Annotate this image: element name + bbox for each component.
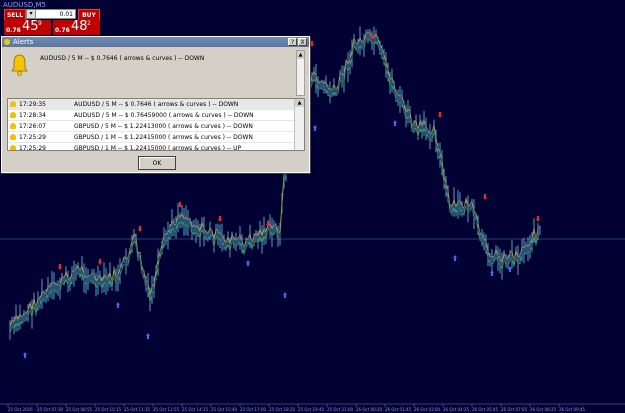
- down-arrow-icon: [438, 112, 442, 118]
- dialog-title: Alerts: [13, 38, 34, 46]
- time-label: 26 Oct 04:25: [443, 407, 470, 412]
- alerts-history-list[interactable]: 17:29:35 AUDUSD / 5 M -- $ 0.7646 ( arrow…: [7, 98, 305, 151]
- up-arrow-icon: [313, 125, 317, 131]
- time-label: 25 Oct 07:30: [37, 407, 64, 412]
- alert-message: GBPUSD / 1 M -- $ 1.22415000 ( arrows & …: [74, 133, 253, 141]
- time-label: 26 Oct 00:20: [356, 407, 383, 412]
- time-label: 26 Oct 09:45: [559, 407, 586, 412]
- message-scrollbar[interactable]: ▲: [296, 50, 305, 96]
- sell-price-point: 9: [38, 20, 42, 27]
- alert-row[interactable]: 17:26:07 GBPUSD / 5 M -- $ 1.22413000 ( a…: [8, 121, 304, 132]
- alert-time: 17:26:07: [19, 122, 46, 130]
- buy-price-prefix: 0.76: [55, 27, 70, 34]
- buy-price-pips: 48: [71, 19, 88, 34]
- alert-time: 17:25:29: [19, 144, 46, 151]
- sell-price-box[interactable]: 0.76 45 9: [4, 19, 51, 35]
- time-label: 25 Oct 19:40: [298, 407, 325, 412]
- time-label: 26 Oct 08:25: [530, 407, 557, 412]
- buy-price-box[interactable]: 0.76 48 2: [53, 19, 100, 35]
- list-scrollbar[interactable]: ▲: [294, 99, 304, 150]
- alert-time: 17:29:35: [19, 100, 46, 108]
- down-arrow-icon: [536, 216, 540, 222]
- up-arrow-icon: [490, 270, 494, 276]
- time-label: 25 Oct 11:35: [124, 407, 151, 412]
- time-label: 25 Oct 15:40: [211, 407, 238, 412]
- ok-button[interactable]: OK: [138, 156, 176, 170]
- lot-decrement-icon[interactable]: ▾: [27, 10, 36, 18]
- bell-icon: [10, 145, 16, 150]
- up-arrow-icon: [246, 260, 250, 266]
- time-label: 25 Oct 21:00: [327, 407, 354, 412]
- down-arrow-icon: [310, 41, 314, 47]
- sell-price-prefix: 0.76: [6, 27, 21, 34]
- down-arrow-icon: [483, 194, 487, 200]
- down-arrow-icon: [178, 202, 182, 208]
- down-arrow-icon: [98, 259, 102, 265]
- bell-icon: [10, 112, 16, 118]
- up-arrow-icon: [116, 302, 120, 308]
- down-arrow-icon: [138, 226, 142, 232]
- chart-symbol-title: AUDUSD,M5: [3, 1, 46, 9]
- up-arrow-icon: [283, 292, 287, 298]
- time-label: 26 Oct 03:00: [414, 407, 441, 412]
- down-arrow-icon: [370, 34, 374, 40]
- dialog-titlebar[interactable]: Alerts ? X: [2, 37, 309, 47]
- time-label: 25 Oct 18:20: [269, 407, 296, 412]
- close-button[interactable]: X: [298, 38, 307, 46]
- up-arrow-icon: [393, 120, 397, 126]
- bell-icon: [10, 123, 16, 129]
- alerts-dialog: Alerts ? X AUDUSD / 5 M -- $ 0.7646 ( ar…: [1, 36, 310, 173]
- lot-size-value: 0.01: [59, 10, 73, 18]
- time-label: 26 Oct 07:05: [501, 407, 528, 412]
- up-arrow-icon: [453, 255, 457, 261]
- up-arrow-icon: [23, 352, 27, 358]
- current-alert-message: AUDUSD / 5 M -- $ 0.7646 ( arrows & curv…: [40, 55, 205, 62]
- list-scroll-up-icon[interactable]: ▲: [295, 99, 304, 107]
- sell-price-pips: 45: [22, 19, 39, 34]
- time-label: 26 Oct 05:45: [472, 407, 499, 412]
- alert-row[interactable]: 17:28:34 AUDUSD / 5 M -- $ 0.76459000 ( a…: [8, 110, 304, 121]
- bell-icon: [10, 134, 16, 140]
- time-label: 25 Oct 10:15: [95, 407, 122, 412]
- down-arrow-icon: [58, 264, 62, 270]
- down-arrow-icon: [218, 216, 222, 222]
- down-arrow-icon: [266, 221, 270, 227]
- time-axis: 25 Oct 2016 25 Oct 07:30 25 Oct 08:55 25 Oc…: [0, 403, 625, 412]
- alert-message: AUDUSD / 5 M -- $ 0.76459000 ( arrows & …: [74, 111, 254, 119]
- up-arrow-icon: [508, 266, 512, 272]
- alert-message: GBPUSD / 5 M -- $ 1.22413000 ( arrows & …: [74, 122, 253, 130]
- time-label: 25 Oct 2016: [8, 407, 33, 412]
- alert-message: AUDUSD / 5 M -- $ 0.7646 ( arrows & curv…: [74, 100, 239, 108]
- alert-time: 17:25:29: [19, 133, 46, 141]
- time-label: 25 Oct 17:00: [240, 407, 267, 412]
- alert-row[interactable]: 17:29:35 AUDUSD / 5 M -- $ 0.7646 ( arrow…: [8, 99, 304, 110]
- time-label: 25 Oct 08:55: [66, 407, 93, 412]
- lot-size-input[interactable]: ▾ 0.01: [26, 9, 76, 19]
- alert-bell-icon: [4, 39, 10, 45]
- buy-price-point: 2: [87, 20, 91, 27]
- scroll-up-icon[interactable]: ▲: [297, 51, 304, 59]
- up-arrow-icon: [146, 333, 150, 339]
- help-button[interactable]: ?: [288, 38, 297, 46]
- one-click-trading-panel: SELL ▾ 0.01 BUY 0.76 45 9 0.76 48 2: [4, 9, 102, 35]
- time-label: 25 Oct 12:55: [153, 407, 180, 412]
- bell-icon: [11, 54, 28, 76]
- alert-row[interactable]: 17:25:29 GBPUSD / 1 M -- $ 1.22415000 ( a…: [8, 132, 304, 143]
- time-label: 25 Oct 14:15: [182, 407, 209, 412]
- bell-icon: [10, 101, 16, 107]
- alert-time: 17:28:34: [19, 111, 46, 119]
- alert-message: GBPUSD / 1 M -- $ 1.22415000 ( arrows & …: [74, 144, 242, 151]
- alert-row[interactable]: 17:25:29 GBPUSD / 1 M -- $ 1.22415000 ( a…: [8, 143, 304, 151]
- time-label: 26 Oct 01:45: [385, 407, 412, 412]
